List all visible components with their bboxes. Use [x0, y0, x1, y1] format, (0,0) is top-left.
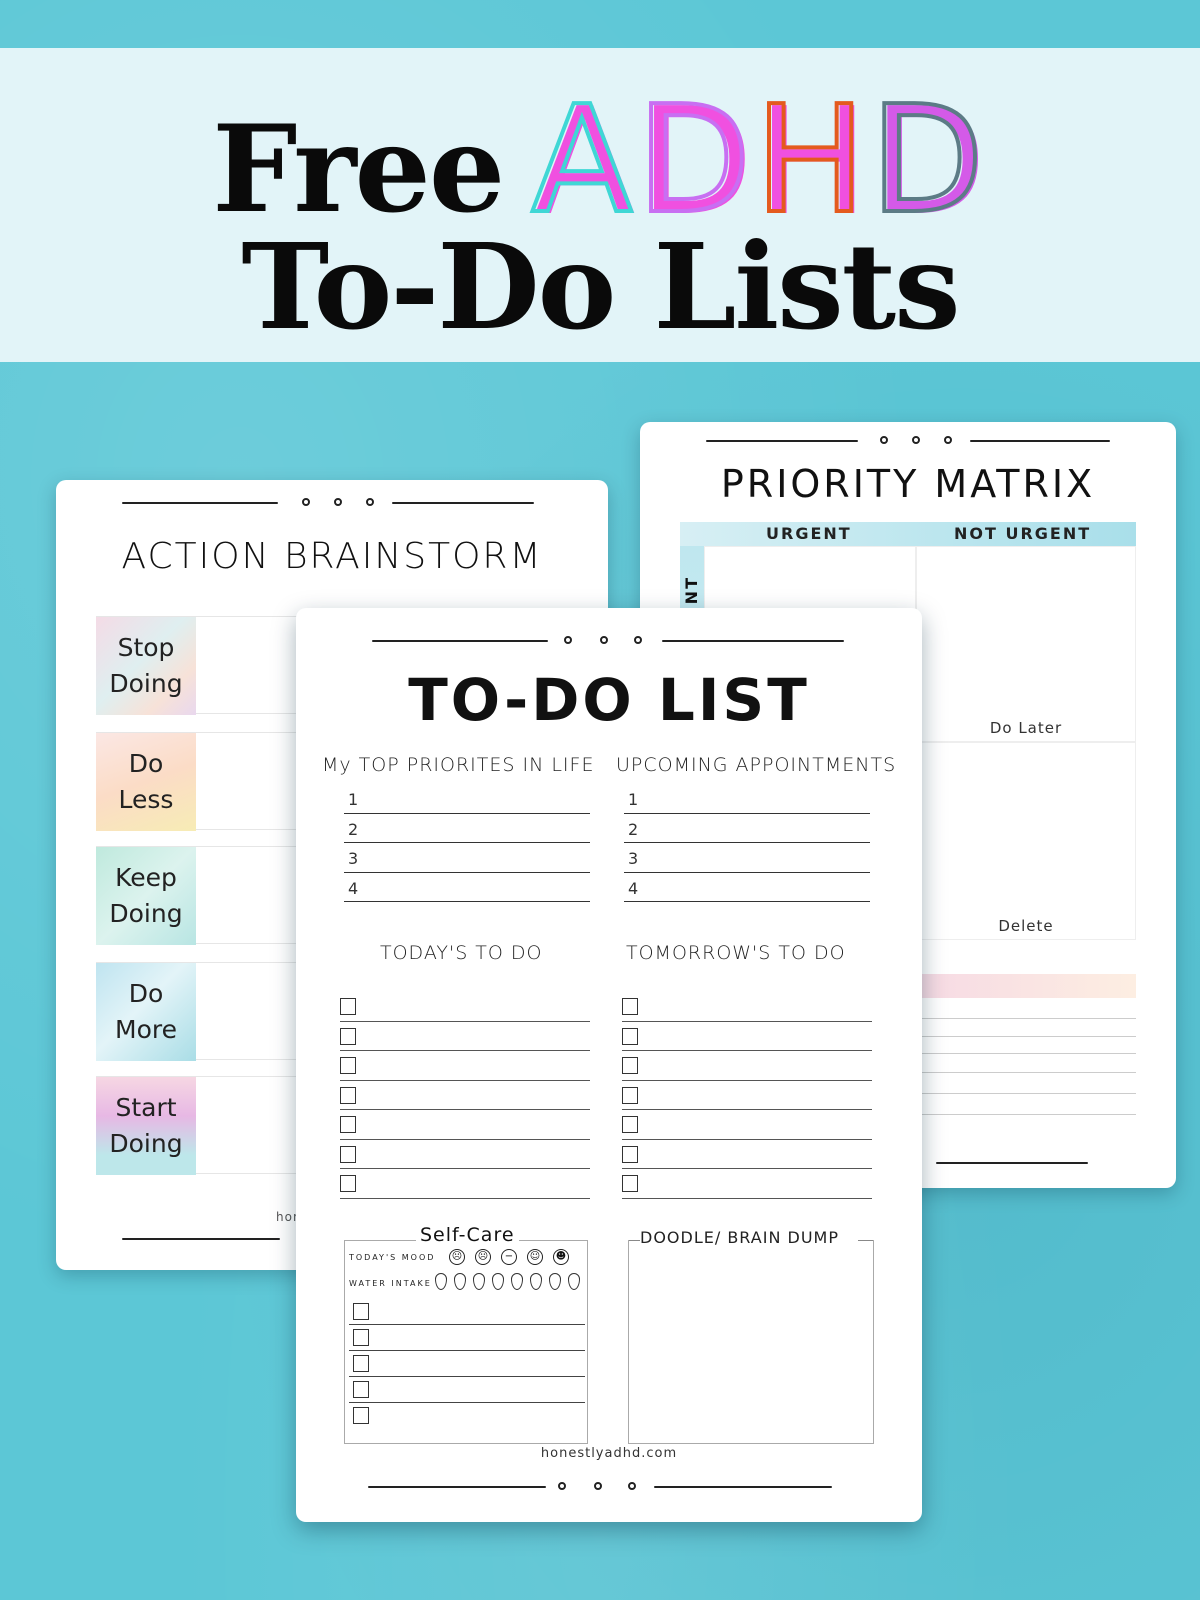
todo-item-line[interactable]	[340, 1022, 590, 1051]
checkbox[interactable]	[622, 1145, 638, 1163]
self-care-item-line[interactable]	[349, 1325, 585, 1351]
matrix-cell-do-later[interactable]: Do Later	[916, 546, 1136, 742]
todo-item-line[interactable]	[340, 1051, 590, 1081]
appointment-line[interactable]: 2	[624, 814, 870, 843]
title-line-1: Free ADHD	[0, 84, 1200, 236]
doodle-area[interactable]	[628, 1240, 874, 1444]
priority-line[interactable]: 3	[344, 843, 590, 873]
self-care-title: Self-Care	[416, 1224, 519, 1246]
self-care-item-line[interactable]	[349, 1351, 585, 1377]
todo-item-line[interactable]	[340, 1110, 590, 1140]
water-label: WATER INTAKE	[349, 1279, 432, 1288]
water-drop-icon[interactable]	[530, 1273, 542, 1290]
neutral-face-icon[interactable]: −	[501, 1249, 517, 1265]
checkbox[interactable]	[622, 1175, 638, 1192]
todo-item-line[interactable]	[622, 1081, 872, 1110]
todo-item-line[interactable]	[622, 1140, 872, 1169]
self-care-box: TODAY'S MOOD ☹ ☹ − ☺ ☻ WATER INTAKE	[344, 1240, 588, 1444]
priority-line[interactable]: 4	[344, 873, 590, 902]
water-drop-icon[interactable]	[454, 1273, 466, 1290]
title-banner: Free ADHD To-Do Lists	[0, 48, 1200, 362]
today-checklist	[340, 992, 590, 1199]
appointment-line[interactable]: 3	[624, 843, 870, 873]
checkbox[interactable]	[340, 998, 356, 1015]
todo-item-line[interactable]	[340, 1140, 590, 1169]
priorities-list: 1 2 3 4	[344, 784, 590, 902]
checkbox[interactable]	[340, 1057, 356, 1074]
checkbox[interactable]	[340, 1027, 356, 1045]
happy-face-icon[interactable]: ☺	[527, 1249, 543, 1265]
title-line-2: To-Do Lists	[241, 217, 960, 356]
today-title: TODAY'S TO DO	[380, 942, 543, 964]
self-care-item-line[interactable]	[349, 1299, 585, 1325]
checkbox[interactable]	[340, 1175, 356, 1192]
water-drop-icon[interactable]	[549, 1273, 561, 1290]
priorities-title: My TOP PRIORITES IN LIFE	[322, 754, 595, 776]
todo-item-line[interactable]	[622, 992, 872, 1022]
row-label: Stop Doing	[96, 617, 196, 715]
todo-item-line[interactable]	[622, 1110, 872, 1140]
page-title: TO-DO LIST	[408, 666, 810, 734]
checkbox[interactable]	[622, 1086, 638, 1104]
todo-item-line[interactable]	[622, 1022, 872, 1051]
appointments-list: 1 2 3 4	[624, 784, 870, 902]
tomorrow-checklist	[622, 992, 872, 1199]
water-drop-icon[interactable]	[435, 1273, 447, 1290]
appointments-title: UPCOMING APPOINTMENTS	[616, 754, 897, 776]
priority-line[interactable]: 2	[344, 814, 590, 843]
water-drop-icon[interactable]	[473, 1273, 485, 1290]
todo-list-page[interactable]: TO-DO LIST My TOP PRIORITES IN LIFE UPCO…	[296, 608, 922, 1522]
ornament-divider	[706, 434, 1110, 448]
water-drop-icon[interactable]	[568, 1273, 580, 1290]
ornament-divider	[122, 496, 534, 510]
page-title: ACTION BRAINSTORM	[121, 536, 543, 577]
row-label: Do More	[96, 963, 196, 1061]
checkbox[interactable]	[353, 1329, 369, 1346]
ornament-divider	[122, 1232, 282, 1246]
checkbox[interactable]	[340, 1086, 356, 1104]
self-care-item-line[interactable]	[349, 1403, 585, 1429]
checkbox[interactable]	[622, 998, 638, 1015]
row-label: Keep Doing	[96, 847, 196, 945]
col-header-urgent: URGENT	[766, 524, 852, 543]
col-header-not-urgent: NOT URGENT	[954, 524, 1092, 543]
checkbox[interactable]	[353, 1407, 369, 1424]
page-title: PRIORITY MATRIX	[720, 462, 1096, 506]
checkbox[interactable]	[340, 1145, 356, 1163]
appointment-line[interactable]: 4	[624, 873, 870, 902]
row-label: Start Doing	[96, 1077, 196, 1175]
checkbox[interactable]	[622, 1057, 638, 1074]
checkbox[interactable]	[340, 1116, 356, 1133]
ornament-divider	[912, 1156, 1092, 1170]
mood-label: TODAY'S MOOD	[349, 1253, 436, 1262]
very-sad-face-icon[interactable]: ☹	[449, 1249, 465, 1265]
checkbox[interactable]	[622, 1027, 638, 1045]
todo-item-line[interactable]	[622, 1169, 872, 1199]
very-happy-face-icon[interactable]: ☻	[553, 1249, 569, 1265]
title-adhd: ADHD	[529, 84, 987, 236]
todo-item-line[interactable]	[340, 1081, 590, 1110]
row-header-important: NT	[682, 576, 701, 605]
water-drop-icon[interactable]	[511, 1273, 523, 1290]
doodle-title: DOODLE/ BRAIN DUMP	[640, 1228, 839, 1247]
matrix-cell-delete[interactable]: Delete	[916, 742, 1136, 940]
water-drop-icon[interactable]	[492, 1273, 504, 1290]
todo-item-line[interactable]	[622, 1051, 872, 1081]
sad-face-icon[interactable]: ☹	[475, 1249, 491, 1265]
tomorrow-title: TOMORROW'S TO DO	[626, 942, 846, 964]
footer-url: honestlyadhd.com	[540, 1446, 678, 1461]
ornament-divider	[368, 1480, 832, 1494]
checkbox[interactable]	[353, 1303, 369, 1320]
appointment-line[interactable]: 1	[624, 784, 870, 814]
ornament-divider	[372, 634, 844, 648]
todo-item-line[interactable]	[340, 992, 590, 1022]
priority-line[interactable]: 1	[344, 784, 590, 814]
checkbox[interactable]	[353, 1381, 369, 1398]
self-care-item-line[interactable]	[349, 1377, 585, 1403]
checkbox[interactable]	[353, 1355, 369, 1372]
matrix-column-header: URGENT NOT URGENT	[680, 522, 1136, 546]
checkbox[interactable]	[622, 1116, 638, 1133]
row-label: Do Less	[96, 733, 196, 831]
todo-item-line[interactable]	[340, 1169, 590, 1199]
